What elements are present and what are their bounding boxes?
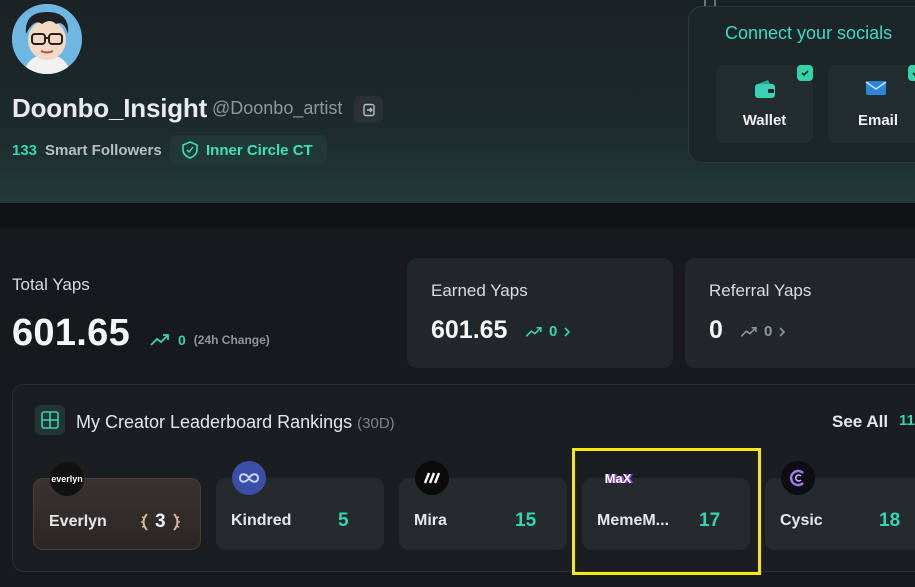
mememax-logo-text: MaX: [604, 470, 632, 486]
leaderboard-period: (30D): [357, 415, 395, 432]
mail-icon: [865, 79, 887, 102]
profile-handle[interactable]: @Doonbo_artist: [212, 98, 342, 119]
wallet-icon: [754, 79, 776, 104]
logout-button[interactable]: [354, 96, 383, 123]
leaderboard-item-mira[interactable]: Mira 15: [399, 461, 567, 550]
mira-logo-icon: [415, 461, 449, 495]
earned-change-value: 0: [549, 323, 558, 340]
creator-leaderboard-panel: My Creator Leaderboard Rankings (30D) Se…: [12, 384, 915, 572]
chevron-right-icon: [564, 326, 571, 337]
avatar: [12, 4, 82, 74]
leaderboard-item-name: Kindred: [231, 512, 292, 529]
leaderboard-item-name: Mira: [414, 512, 447, 529]
mememax-logo: MaX: [598, 461, 638, 495]
leaderboard-item-rank: 5: [338, 510, 349, 531]
leaderboard-item-mememax[interactable]: MaX MemeM... 17: [582, 471, 750, 550]
smart-followers-count: 133: [12, 142, 38, 159]
leaderboard-item-rank: 18: [879, 510, 901, 531]
total-yaps-change: 0 (24h Change): [150, 332, 270, 348]
referral-yaps-card: Referral Yaps 0 0: [685, 258, 915, 368]
total-yaps-value: 601.65: [12, 312, 131, 354]
laurel-left-icon: [141, 513, 148, 531]
kindred-logo-icon: [232, 461, 266, 495]
earned-yaps-label: Earned Yaps: [431, 281, 528, 300]
divider-band: [0, 203, 915, 228]
leaderboard-item-rank: 15: [515, 510, 537, 531]
wallet-label: Wallet: [742, 112, 787, 129]
connect-socials-panel: Connect your socials Wallet Email: [688, 6, 915, 163]
see-all-link[interactable]: See All: [832, 412, 888, 432]
sign-out-icon: [362, 103, 375, 116]
inner-circle-badge[interactable]: Inner Circle CT: [170, 135, 327, 165]
profile-username: Doonbo_Insight: [12, 93, 208, 123]
leaderboard-item-name: MemeM...: [597, 512, 670, 529]
earned-yaps-change[interactable]: 0: [525, 323, 571, 340]
leaderboard-item-name: Cysic: [780, 512, 823, 529]
email-label: Email: [858, 112, 899, 129]
earned-yaps-card: Earned Yaps 601.65 0: [407, 258, 673, 368]
rank-number: 3: [155, 511, 166, 532]
everlyn-logo: everlyn: [50, 462, 84, 496]
email-check-icon: [908, 65, 915, 81]
leaderboard-item-everlyn[interactable]: everlyn Everlyn 3: [33, 462, 201, 550]
wallet-connect-card[interactable]: Wallet: [716, 65, 813, 143]
earned-yaps-value: 601.65: [431, 316, 508, 344]
trend-up-icon: [740, 326, 757, 337]
everlyn-logo-text: everlyn: [51, 474, 83, 484]
badge-label: Inner Circle CT: [206, 141, 313, 159]
referral-change-value: 0: [764, 323, 773, 340]
total-change-note: (24h Change): [193, 333, 270, 347]
shield-icon: [182, 141, 198, 159]
leaderboard-title: My Creator Leaderboard Rankings (30D): [76, 412, 395, 433]
leaderboard-item-kindred[interactable]: Kindred 5: [216, 461, 384, 550]
leaderboard-item-rank: 17: [699, 510, 721, 531]
total-yaps-label: Total Yaps: [12, 275, 90, 294]
leaderboard-item-name: Everlyn: [49, 513, 107, 530]
leaderboard-item-rank: 3: [139, 511, 182, 533]
email-connect-card[interactable]: Email: [828, 65, 915, 143]
trend-up-icon: [150, 334, 169, 346]
cysic-logo-icon: [781, 461, 815, 495]
total-change-value: 0: [178, 332, 186, 348]
laurel-right-icon: [172, 513, 180, 531]
chevron-right-icon: [779, 326, 786, 337]
leaderboard-title-text: My Creator Leaderboard Rankings: [76, 412, 353, 432]
referral-yaps-label: Referral Yaps: [709, 281, 812, 300]
wallet-check-icon: [797, 65, 813, 81]
smart-followers-label: Smart Followers: [45, 142, 162, 159]
socials-title: Connect your socials: [725, 23, 893, 43]
layout-grid-icon: [35, 405, 65, 435]
see-all-count: 11: [899, 412, 915, 429]
referral-yaps-change[interactable]: 0: [740, 323, 786, 340]
avatar-illustration-icon: [12, 4, 82, 74]
leaderboard-item-cysic[interactable]: Cysic 18: [765, 461, 915, 550]
trend-up-icon: [525, 326, 542, 337]
referral-yaps-value: 0: [709, 316, 723, 344]
